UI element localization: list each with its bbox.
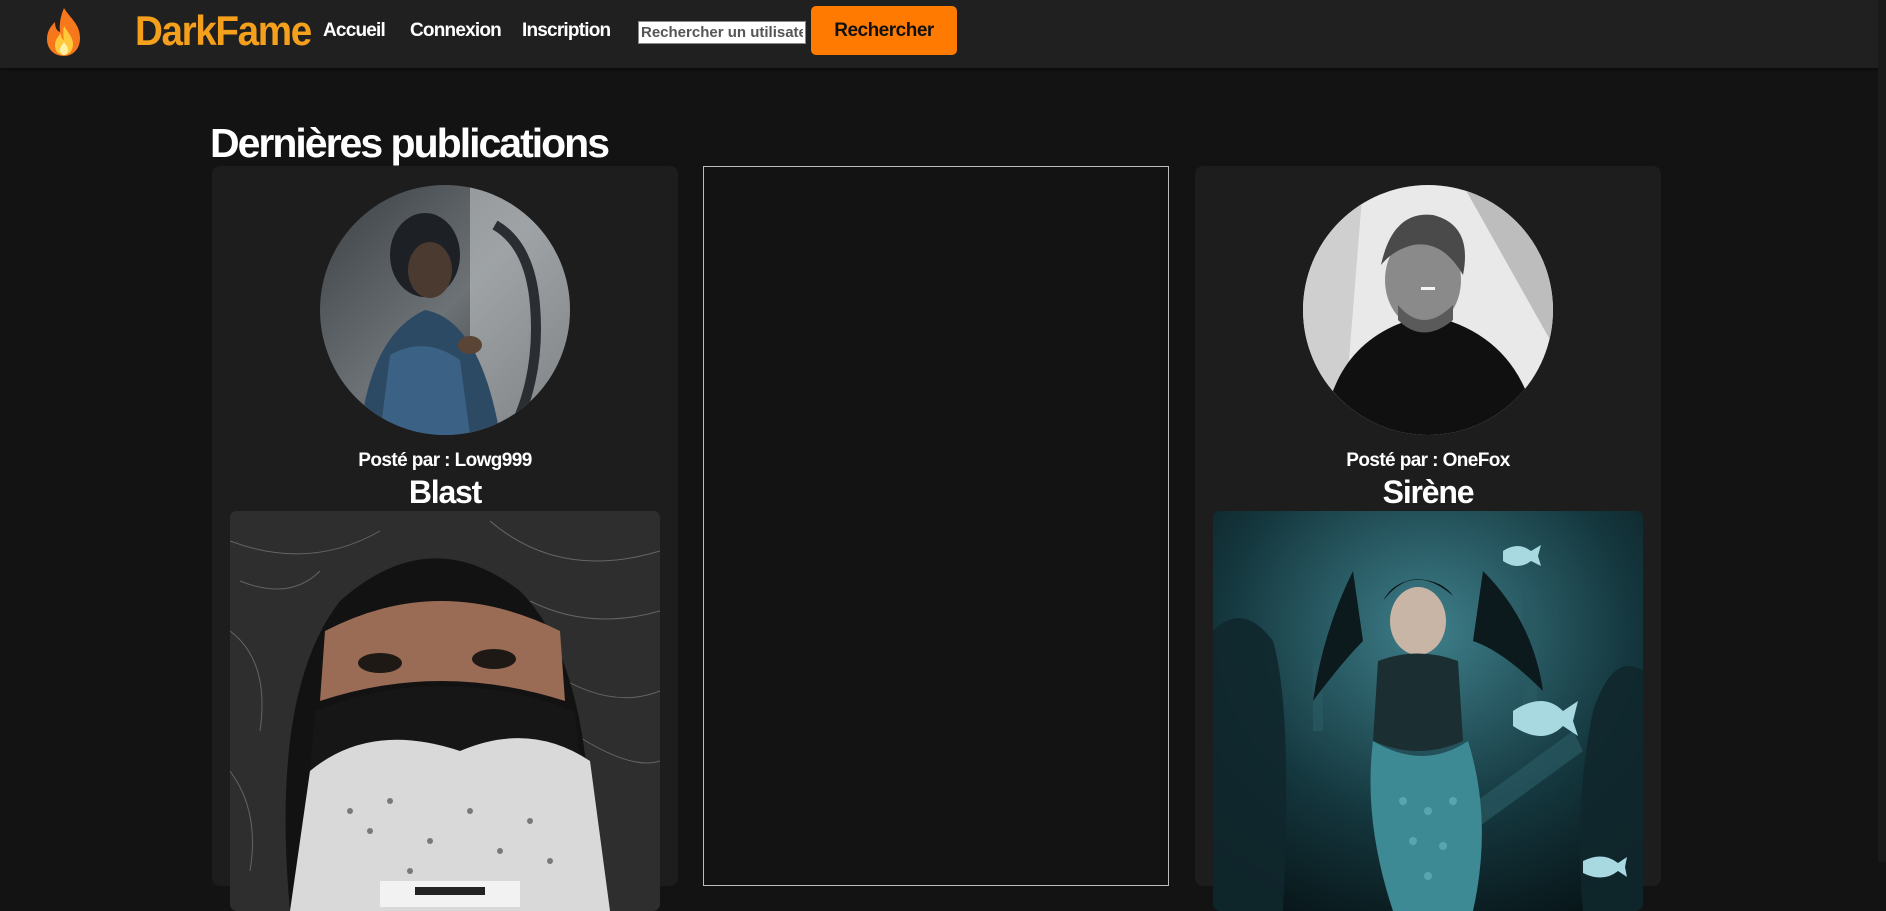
posted-by-label: Posté par : bbox=[1346, 450, 1438, 471]
post-cover-image[interactable] bbox=[230, 511, 660, 911]
post-cover-image[interactable] bbox=[1213, 511, 1643, 911]
posted-by: Posté par : Lowg999 bbox=[212, 450, 678, 472]
search-user-input[interactable] bbox=[638, 21, 806, 44]
posted-by: Posté par : OneFox bbox=[1195, 450, 1661, 472]
post-title[interactable]: Blast bbox=[212, 472, 678, 512]
nav-link-accueil[interactable]: Accueil bbox=[323, 18, 386, 44]
cover-art bbox=[230, 511, 660, 911]
nav-link-connexion[interactable]: Connexion bbox=[410, 18, 502, 44]
author-avatar[interactable] bbox=[1303, 185, 1553, 435]
brand-logo-text[interactable]: DarkFame bbox=[135, 4, 312, 58]
post-card[interactable]: Posté par : OneFox Sirène bbox=[1195, 166, 1661, 911]
post-card-empty[interactable] bbox=[703, 166, 1169, 886]
post-card[interactable]: Posté par : Lowg999 Blast bbox=[212, 166, 678, 911]
top-navbar: DarkFame Accueil Connexion Inscription R… bbox=[0, 0, 1886, 68]
author-name-link[interactable]: Lowg999 bbox=[455, 450, 533, 471]
cover-art bbox=[1213, 511, 1643, 911]
avatar-image bbox=[320, 185, 570, 435]
page-scrollbar[interactable] bbox=[1878, 0, 1886, 862]
section-title: Dernières publications bbox=[210, 120, 610, 166]
author-avatar[interactable] bbox=[320, 185, 570, 435]
post-title[interactable]: Sirène bbox=[1195, 472, 1661, 512]
avatar-image bbox=[1303, 185, 1553, 435]
posted-by-label: Posté par : bbox=[358, 450, 450, 471]
flame-icon[interactable] bbox=[40, 6, 88, 58]
nav-link-inscription[interactable]: Inscription bbox=[522, 18, 611, 44]
author-name-link[interactable]: OneFox bbox=[1443, 450, 1511, 471]
search-button[interactable]: Rechercher bbox=[811, 6, 957, 55]
